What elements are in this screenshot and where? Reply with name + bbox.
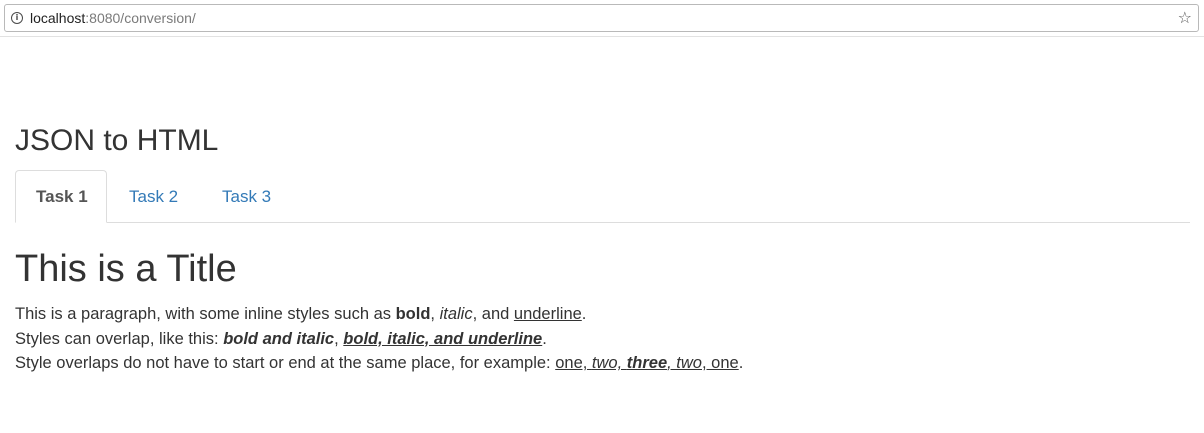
overlap-segment-5: , one (702, 354, 739, 372)
content-title: This is a Title (15, 248, 237, 290)
underline-text: underline (513, 305, 582, 323)
bold-text: bold (395, 305, 431, 323)
paragraph-line-3: Style overlaps do not have to start or e… (15, 351, 743, 376)
page-title: JSON to HTML (15, 124, 219, 157)
info-icon[interactable]: i (11, 12, 23, 24)
star-icon[interactable]: ☆ (1178, 8, 1192, 28)
browser-toolbar-divider (0, 36, 1204, 37)
overlap-segment-2: two, (591, 354, 627, 372)
paragraph-line-2: Styles can overlap, like this: bold and … (15, 327, 743, 352)
line1-sep2: , and (472, 305, 514, 323)
address-bar[interactable]: i localhost:8080/conversion/ ☆ (4, 4, 1199, 32)
url-path: :8080/conversion/ (85, 10, 196, 26)
line2-suffix: . (542, 329, 547, 348)
italic-text: italic (439, 305, 473, 323)
line3-suffix: . (738, 354, 744, 372)
line1-prefix: This is a paragraph, with some inline st… (15, 305, 396, 323)
tab-task-1[interactable]: Task 1 (15, 170, 107, 223)
line3-prefix: Style overlaps do not have to start or e… (15, 354, 556, 372)
overlap-segment-4: , two (667, 354, 702, 372)
overlap-segment-3: three (626, 354, 668, 372)
tab-task-3[interactable]: Task 3 (202, 170, 291, 223)
content-paragraph: This is a paragraph, with some inline st… (15, 302, 743, 376)
line2-sep: , (334, 329, 344, 348)
url-host: localhost (30, 10, 86, 26)
tab-bar: Task 1 Task 2 Task 3 (15, 170, 1190, 223)
line2-prefix: Styles can overlap, like this: (15, 329, 224, 348)
tab-task-2[interactable]: Task 2 (109, 170, 198, 223)
url-text[interactable]: localhost:8080/conversion/ (30, 10, 196, 26)
paragraph-line-1: This is a paragraph, with some inline st… (15, 302, 743, 327)
bold-italic-underline-text: bold, italic, and underline (343, 329, 543, 348)
bold-italic-text: bold and italic (223, 329, 335, 348)
line1-suffix: . (581, 305, 587, 323)
line1-sep1: , (430, 305, 440, 323)
overlap-segment-1: one, (555, 354, 592, 372)
